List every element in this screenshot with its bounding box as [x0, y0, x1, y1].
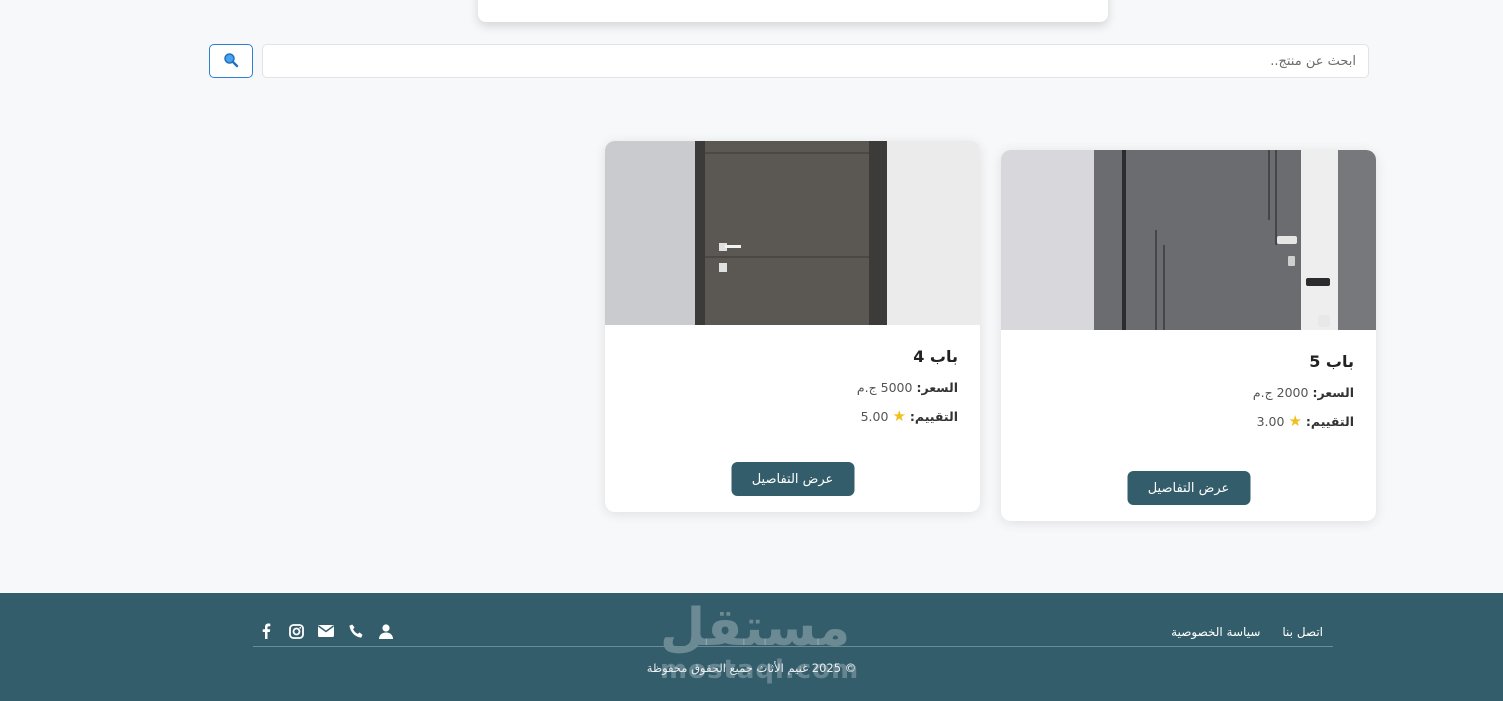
view-details-button[interactable]: عرض التفاصيل: [731, 462, 854, 496]
rating-value: 3.00: [1256, 414, 1285, 429]
rating-label: التقييم:: [909, 409, 958, 424]
product-rating: التقييم: ★ 3.00: [1023, 412, 1354, 430]
price-value: 5000 ج.م: [856, 380, 913, 395]
social-icons: [258, 623, 394, 639]
product-title: باب 4: [913, 347, 958, 366]
price-label: السعر:: [916, 380, 958, 395]
price-value: 2000 ج.م: [1252, 385, 1309, 400]
privacy-policy-link[interactable]: سياسة الخصوصية: [1171, 625, 1260, 639]
product-card: باب 4 السعر: 5000 ج.م التقييم: ★ 5.00 عر…: [605, 141, 980, 512]
copyright-text: © 2025 غنيم الأثاث جميع الحقوق محفوظة: [646, 661, 857, 675]
rating-label: التقييم:: [1305, 414, 1354, 429]
product-image: [605, 141, 980, 325]
instagram-icon[interactable]: [288, 623, 304, 639]
product-title: باب 5: [1309, 352, 1354, 371]
price-label: السعر:: [1312, 385, 1354, 400]
contact-link[interactable]: اتصل بنا: [1282, 625, 1323, 639]
magnifier-icon: [223, 52, 239, 71]
product-rating: التقييم: ★ 5.00: [627, 407, 958, 425]
product-card: باب 5 السعر: 2000 ج.م التقييم: ★ 3.00 عر…: [1001, 150, 1376, 521]
footer-links: اتصل بنا سياسة الخصوصية: [1171, 625, 1323, 639]
mail-icon[interactable]: [318, 623, 334, 639]
facebook-icon[interactable]: [258, 623, 274, 639]
rating-value: 5.00: [860, 409, 889, 424]
search-input[interactable]: [262, 44, 1369, 78]
search-button[interactable]: [209, 44, 253, 78]
phone-icon[interactable]: [348, 623, 364, 639]
product-price: السعر: 5000 ج.م: [627, 380, 958, 395]
top-panel: [478, 0, 1108, 22]
product-image: [1001, 150, 1376, 330]
footer-divider: [253, 646, 1333, 647]
star-icon: ★: [892, 407, 906, 425]
star-icon: ★: [1288, 412, 1302, 430]
watermark-logo: مستقل: [660, 598, 851, 658]
footer: مستقل mostaql.com اتصل بنا سياسة الخصوصي…: [0, 593, 1503, 701]
user-icon[interactable]: [378, 623, 394, 639]
product-price: السعر: 2000 ج.م: [1023, 385, 1354, 400]
view-details-button[interactable]: عرض التفاصيل: [1127, 471, 1250, 505]
